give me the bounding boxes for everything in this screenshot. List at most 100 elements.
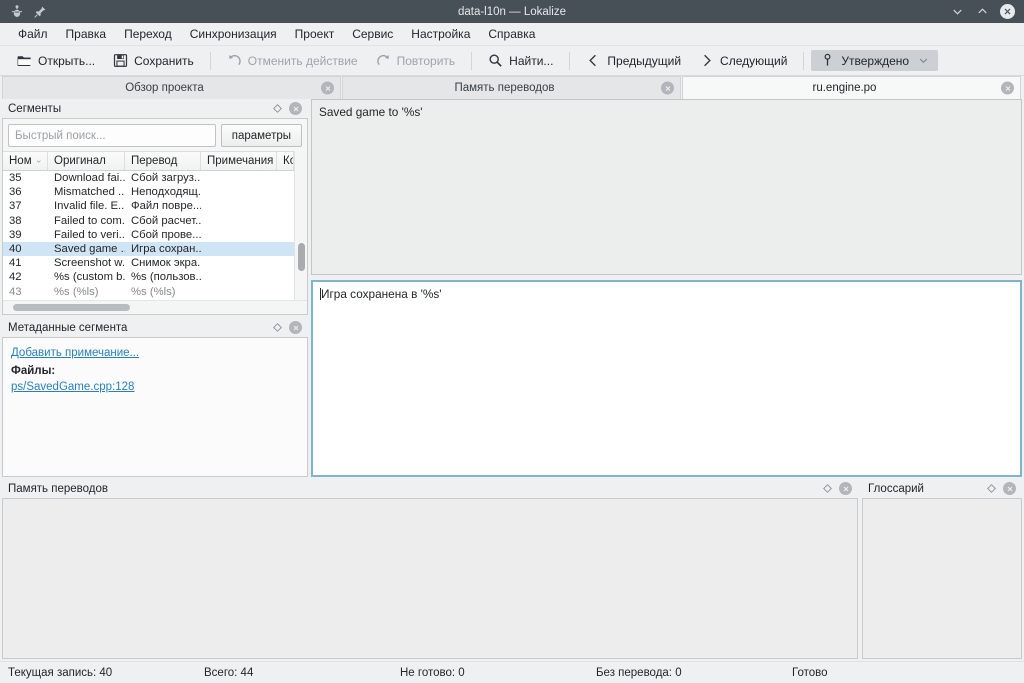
toolbar-separator-2 [471, 51, 473, 70]
cell-original: Invalid file. E... [54, 200, 125, 213]
cell-number: 40 [9, 243, 22, 256]
previous-button[interactable]: Предыдущий [577, 50, 690, 71]
editor-column: Saved game to '%s' Игра сохранена в '%s' [311, 99, 1022, 477]
save-button[interactable]: Сохранить [104, 50, 203, 71]
open-button[interactable]: Открыть... [8, 50, 104, 71]
menu-sync[interactable]: Синхронизация [181, 24, 286, 44]
menu-go[interactable]: Переход [115, 24, 181, 44]
target-text: Игра сохранена в '%s' [321, 287, 442, 301]
cell-original: Saved game ... [54, 243, 125, 256]
cell-translation: Файл повре... [131, 200, 201, 213]
minimize-button[interactable] [950, 5, 964, 19]
approved-button[interactable]: Утверждено [811, 50, 939, 71]
column-header-number[interactable]: Ном [3, 152, 48, 170]
cell-translation: Сбой загруз... [131, 172, 201, 185]
toolbar-separator-4 [803, 51, 805, 70]
column-header-original[interactable]: Оригинал [48, 152, 125, 170]
source-file-link[interactable]: ps/SavedGame.cpp:128 [11, 379, 299, 396]
chevron-down-icon[interactable] [918, 55, 929, 66]
title-bar: data-l10n — Lokalize [0, 0, 1024, 23]
segments-vertical-scrollbar[interactable] [294, 151, 307, 300]
main-toolbar: Открыть... Сохранить Отменить действие П… [0, 46, 1024, 76]
save-button-label: Сохранить [134, 53, 194, 68]
window-title: data-l10n — Lokalize [457, 5, 567, 18]
translation-memory-buttons [823, 482, 854, 495]
search-params-button[interactable]: параметры [220, 124, 302, 147]
undo-icon [228, 54, 241, 66]
find-button[interactable]: Найти... [479, 50, 562, 71]
column-header-context[interactable]: Ко [277, 152, 294, 170]
menu-bar: Файл Правка Переход Синхронизация Проект… [0, 23, 1024, 46]
close-icon [1004, 8, 1011, 15]
glossary-header: Глоссарий [862, 479, 1022, 498]
segments-table-scroll: Ном Оригинал Перевод Примечания К 35 Dow… [3, 151, 307, 300]
float-icon[interactable] [273, 104, 282, 113]
table-row[interactable]: 37 Invalid file. E... Файл повре... [3, 199, 294, 213]
cell-number: 36 [9, 186, 22, 199]
source-text: Saved game to '%s' [319, 105, 423, 119]
segments-horizontal-scrollbar[interactable] [3, 300, 307, 314]
translation-memory-close[interactable] [839, 482, 852, 495]
target-text-editor[interactable]: Игра сохранена в '%s' [311, 280, 1022, 477]
status-ready: Готово [792, 666, 828, 679]
tab-project-overview-close[interactable] [321, 81, 334, 95]
glossary-close[interactable] [1003, 482, 1016, 495]
table-row[interactable]: 42 %s (custom b... %s (пользов... [3, 270, 294, 284]
segment-metadata-title: Метаданные сегмента [8, 321, 128, 334]
menu-help[interactable]: Справка [479, 24, 544, 44]
next-button[interactable]: Следующий [690, 50, 796, 71]
table-row[interactable]: 36 Mismatched ... Неподходящ... [3, 185, 294, 199]
close-window-button[interactable] [1000, 4, 1015, 19]
menu-tools[interactable]: Сервис [343, 24, 402, 44]
menu-project[interactable]: Проект [286, 24, 344, 44]
float-icon[interactable] [273, 323, 282, 332]
menu-settings[interactable]: Настройка [402, 24, 479, 44]
segments-horizontal-scroll-thumb[interactable] [13, 304, 130, 311]
source-text-pane: Saved game to '%s' [311, 99, 1022, 275]
cell-original: Download fai... [54, 172, 125, 185]
table-row[interactable]: 39 Failed to veri... Сбой прове... [3, 228, 294, 242]
menu-file[interactable]: Файл [9, 24, 57, 44]
column-header-number-label: Ном [9, 155, 32, 167]
undo-button[interactable]: Отменить действие [218, 50, 367, 71]
tab-ru-engine-po[interactable]: ru.engine.po [682, 76, 1021, 99]
cell-number: 41 [9, 257, 22, 270]
table-row[interactable]: 41 Screenshot w... Снимок экра... [3, 256, 294, 270]
segments-table-header: Ном Оригинал Перевод Примечания К [3, 151, 294, 171]
title-bar-left [6, 4, 47, 19]
pin-icon[interactable] [33, 5, 47, 19]
table-row[interactable]: 35 Download fai... Сбой загруз... [3, 171, 294, 185]
left-column: Сегменты Быстрый поиск... параметры Ном … [2, 99, 308, 477]
redo-button[interactable]: Повторить [367, 50, 465, 71]
files-label: Файлы: [11, 364, 56, 377]
table-row[interactable]: 38 Failed to com... Сбой расчет... [3, 214, 294, 228]
main-body: Сегменты Быстрый поиск... параметры Ном … [0, 99, 1024, 661]
cell-original: Failed to veri... [54, 228, 125, 241]
float-icon[interactable] [987, 484, 996, 493]
sort-descending-icon [36, 159, 41, 163]
quick-search-input[interactable] [8, 124, 216, 147]
chevron-right-icon [704, 54, 711, 67]
table-row[interactable]: 43 %s (%ls) %s (%ls) [3, 285, 294, 299]
tab-project-overview[interactable]: Обзор проекта [2, 76, 341, 99]
column-header-notes[interactable]: Примечания [201, 152, 277, 170]
tab-project-overview-label: Обзор проекта [125, 82, 204, 94]
segments-vertical-scroll-thumb[interactable] [298, 243, 305, 271]
column-header-translation[interactable]: Перевод [125, 152, 201, 170]
close-icon [293, 106, 298, 111]
tab-translation-memory[interactable]: Память переводов [342, 76, 681, 99]
segment-metadata-close[interactable] [289, 321, 302, 334]
segment-metadata-body: Добавить примечание... Файлы: ps/SavedGa… [2, 337, 308, 477]
float-icon[interactable] [823, 484, 832, 493]
tab-translation-memory-close[interactable] [661, 81, 674, 95]
table-row-selected[interactable]: 40 Saved game ... Игра сохран... [3, 241, 294, 257]
maximize-button[interactable] [975, 5, 989, 19]
menu-edit[interactable]: Правка [57, 24, 116, 44]
close-icon [1007, 486, 1012, 491]
segments-table-body: 35 Download fai... Сбой загруз... 36 Mis… [3, 171, 294, 300]
tab-ru-engine-po-close[interactable] [1001, 81, 1014, 95]
add-note-link[interactable]: Добавить примечание... [11, 345, 299, 362]
segments-panel-close[interactable] [289, 102, 302, 115]
cell-number: 42 [9, 271, 22, 284]
lower-area: Память переводов Глоссарий [2, 479, 1022, 661]
